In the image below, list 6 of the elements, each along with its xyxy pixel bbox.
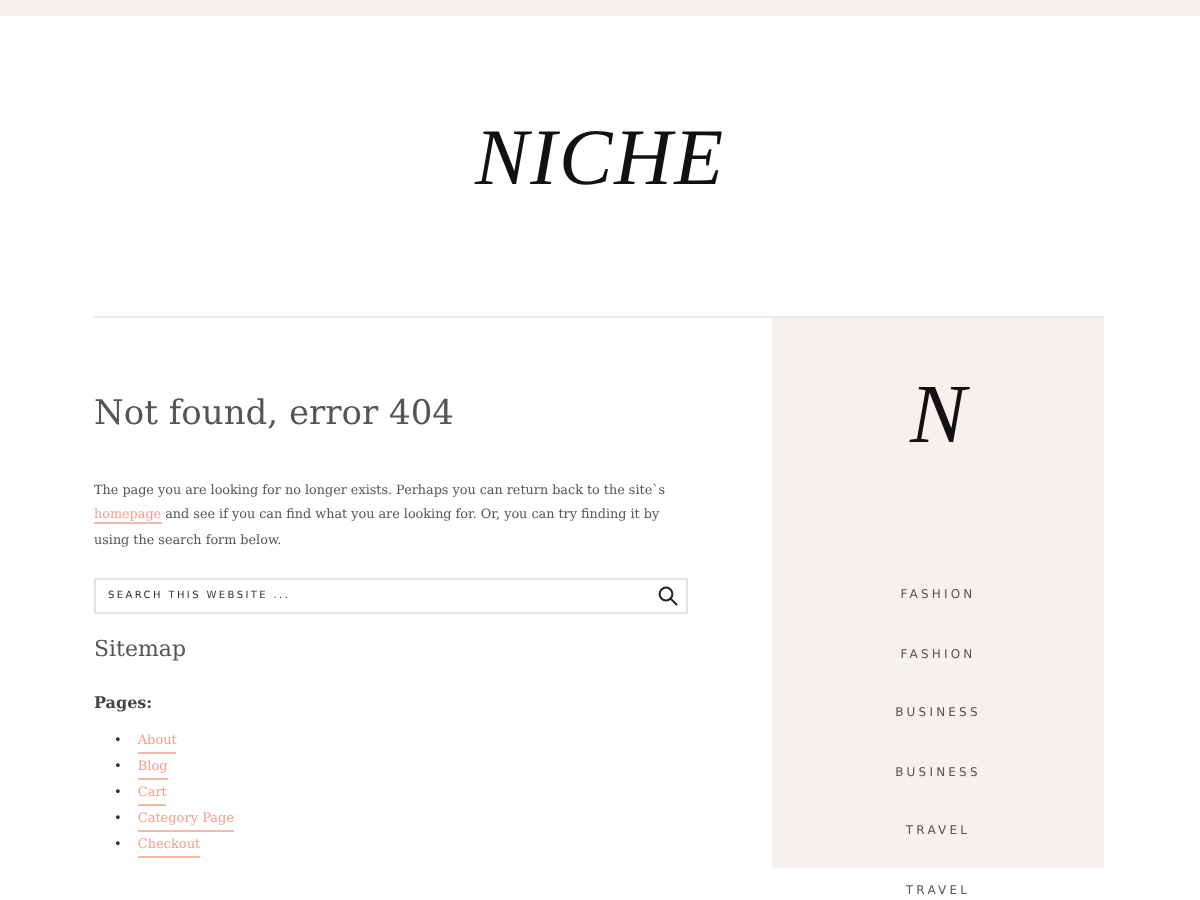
page-heading: Not found, error 404 <box>94 394 456 434</box>
sidebar-logo: N <box>909 374 966 458</box>
search-icon[interactable] <box>658 585 678 606</box>
sitemap-heading: Sitemap <box>94 635 189 662</box>
site-logo[interactable]: NICHE <box>475 109 725 203</box>
pages-heading: Pages: <box>94 691 155 712</box>
